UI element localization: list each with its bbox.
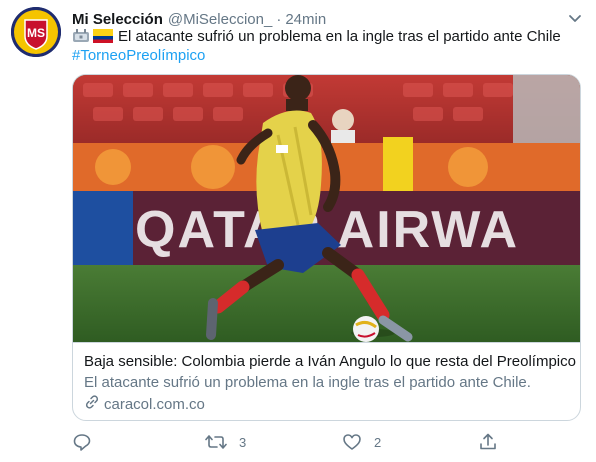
author-handle[interactable]: @MiSeleccion_ [168, 11, 272, 28]
tweet-header: Mi Selección @MiSeleccion_ · 24min [72, 9, 326, 29]
card-description: El atacante sufrió un problema en la ing… [84, 374, 531, 391]
action-bar: 3 2 [72, 431, 502, 453]
card-body[interactable]: Baja sensible: Colombia pierde a Iván An… [73, 342, 580, 420]
tweet[interactable]: MS Mi Selección @MiSeleccion_ · 24min El… [0, 0, 596, 462]
card-title[interactable]: Baja sensible: Colombia pierde a Iván An… [84, 352, 576, 372]
share-button[interactable] [478, 431, 498, 453]
retweet-icon [205, 432, 227, 452]
tweet-time[interactable]: 24min [285, 11, 326, 28]
card-domain[interactable]: caracol.com.co [84, 394, 569, 416]
reply-icon [72, 432, 92, 452]
card-image[interactable]: QATAR AIRWA [73, 75, 580, 342]
avatar-initials: MS [27, 26, 45, 40]
author-name[interactable]: Mi Selección [72, 11, 163, 28]
link-icon [84, 394, 104, 416]
like-count: 2 [374, 434, 382, 450]
retweet-count: 3 [239, 434, 247, 450]
retweet-button[interactable]: 3 [205, 431, 246, 453]
like-button[interactable]: 2 [342, 431, 381, 453]
avatar[interactable]: MS [11, 7, 61, 57]
separator-dot: · [276, 10, 282, 28]
heart-icon [342, 432, 362, 452]
reply-button[interactable] [72, 431, 92, 453]
hashtag-link[interactable]: #TorneoPreolímpico [72, 46, 205, 66]
chevron-down-icon[interactable] [566, 9, 584, 27]
tweet-body: El atacante sufrió un problema en la ing… [118, 28, 561, 45]
card-domain-text: caracol.com.co [104, 396, 205, 413]
share-icon [478, 432, 498, 452]
link-card[interactable]: QATAR AIRWA Baja sensible: Colombia pier… [72, 74, 581, 421]
